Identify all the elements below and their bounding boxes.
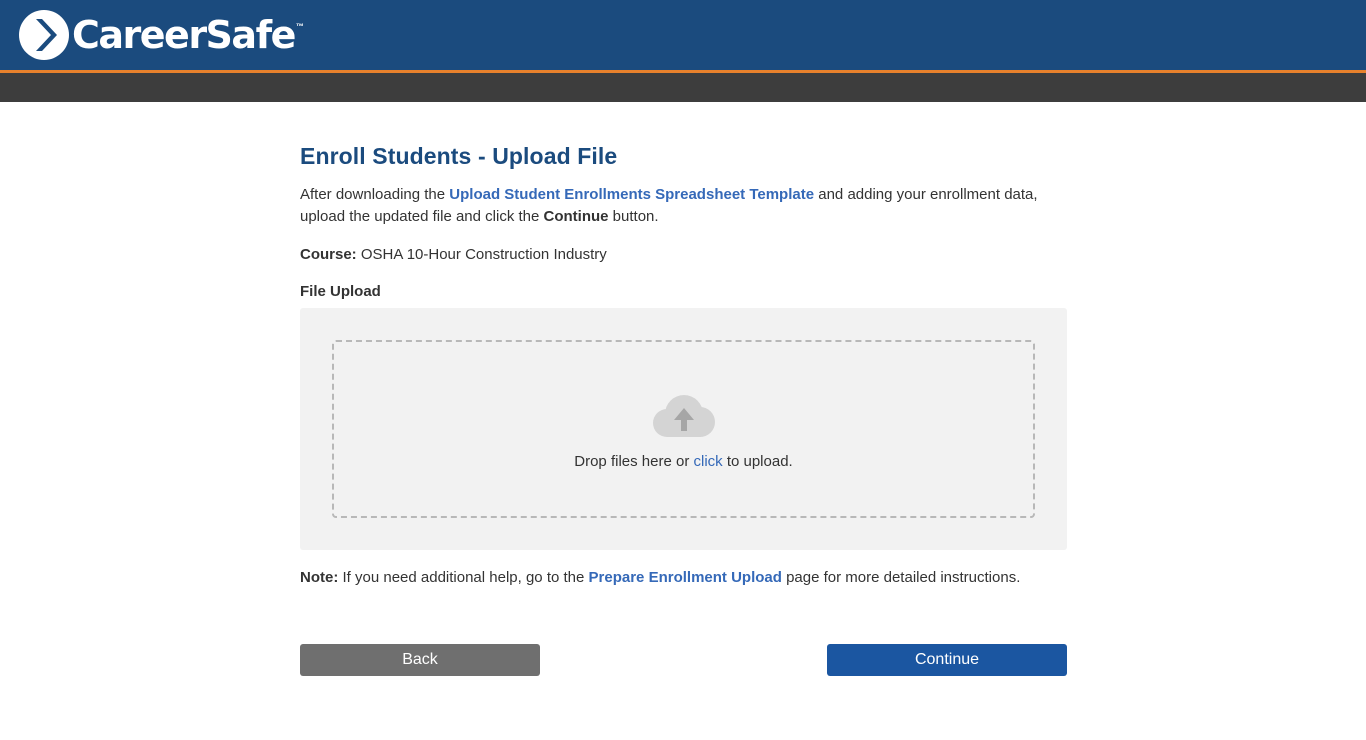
continue-emphasis: Continue [543,207,609,225]
logo-text: CareerSafe [72,13,296,57]
note-text-after: page for more detailed instructions. [781,569,1021,586]
click-to-upload-link[interactable]: click [693,453,722,470]
prepare-enrollment-upload-link[interactable]: Prepare Enrollment Upload [589,569,782,586]
page-title: Enroll Students - Upload File [300,143,618,169]
sub-navigation-bar [0,73,1366,102]
drop-text-after: to upload. [722,453,793,470]
back-button[interactable]: Back [300,644,540,676]
note-label: Note: [300,569,339,586]
main-content: Enroll Students - Upload File After down… [300,102,1067,676]
intro-text-after: button. [608,207,659,225]
course-line: Course: OSHA 10-Hour Construction Indust… [300,244,1067,265]
careersafe-logo[interactable]: CareerSafe ™ [19,10,304,60]
intro-paragraph: After downloading the Upload Student Enr… [300,184,1067,227]
chevron-right-icon [19,10,69,60]
continue-button[interactable]: Continue [827,644,1067,676]
upload-panel: Drop files here or click to upload. [300,308,1067,550]
intro-text-before: After downloading the [300,186,450,203]
help-note: Note: If you need additional help, go to… [300,567,1067,588]
cloud-upload-icon [652,395,715,437]
action-buttons: Back Continue [300,644,1067,676]
note-text-before: If you need additional help, go to the [338,569,589,586]
trademark-mark: ™ [295,22,304,31]
spreadsheet-template-link[interactable]: Upload Student Enrollments Spreadsheet T… [449,186,814,203]
file-upload-label: File Upload [300,283,381,300]
site-header: CareerSafe ™ [0,0,1366,73]
file-dropzone[interactable]: Drop files here or click to upload. [332,340,1035,518]
course-label: Course: [300,246,357,263]
drop-instructions: Drop files here or click to upload. [574,453,792,470]
course-value: OSHA 10-Hour Construction Industry [356,246,607,263]
drop-text-before: Drop files here or [574,453,694,470]
